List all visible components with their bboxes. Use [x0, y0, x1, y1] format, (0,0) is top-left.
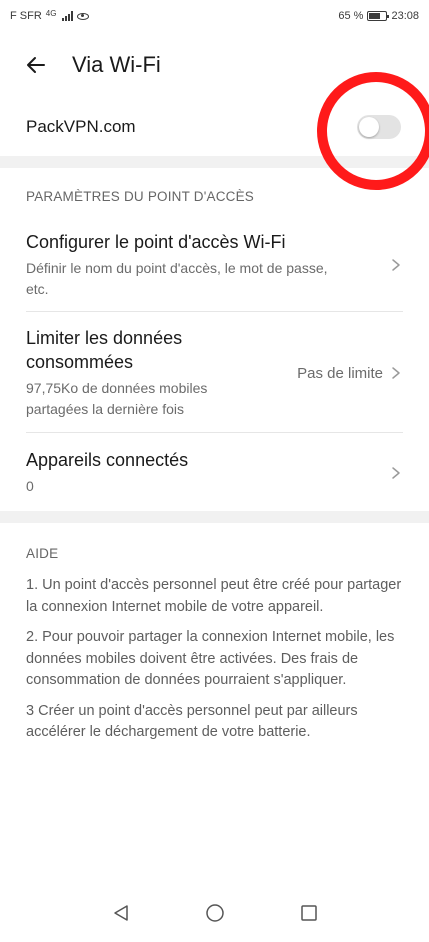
connected-devices-title: Appareils connectés — [26, 450, 189, 470]
vpn-row: PackVPN.com — [0, 72, 429, 190]
section-separator — [0, 511, 429, 523]
system-nav-bar — [0, 884, 429, 942]
back-arrow-icon[interactable] — [24, 43, 68, 87]
limit-data-value-wrap: Pas de limite — [297, 365, 403, 382]
signal-icon — [62, 11, 74, 21]
toggle-knob — [359, 117, 379, 137]
battery-icon — [367, 11, 390, 21]
limit-data-item[interactable]: Limiter les données consommées 97,75Ko d… — [0, 312, 429, 432]
status-bar: F SFR 4G 65 % 23:08 — [0, 0, 429, 32]
battery-percent: 65 % — [338, 10, 364, 22]
chevron-right-icon — [392, 367, 400, 379]
page-title: Via Wi-Fi — [72, 52, 161, 77]
limit-data-title: Limiter les données consommées — [26, 328, 183, 372]
vpn-toggle[interactable] — [357, 115, 401, 139]
connected-devices-item[interactable]: Appareils connectés 0 — [0, 433, 429, 509]
eye-icon — [77, 12, 90, 20]
limit-data-subtitle: 97,75Ko de données mobiles partagées la … — [26, 380, 208, 417]
home-circle-icon[interactable] — [204, 902, 226, 924]
connected-devices-count: 0 — [26, 478, 34, 494]
configure-hotspot-subtitle: Définir le nom du point d'accès, le mot … — [26, 260, 328, 297]
help-paragraph-2: 2. Pour pouvoir partager la connexion In… — [26, 629, 395, 688]
vpn-label: PackVPN.com — [26, 117, 136, 136]
carrier-label: F SFR — [10, 10, 42, 22]
help-paragraph-1: 1. Un point d'accès personnel peut être … — [26, 577, 402, 615]
configure-hotspot-title: Configurer le point d'accès Wi-Fi — [26, 232, 286, 252]
help-text: 1. Un point d'accès personnel peut être … — [0, 575, 429, 744]
vpn-toggle-wrapper — [317, 72, 429, 190]
status-left: F SFR 4G — [10, 8, 90, 22]
chevron-right-icon — [392, 259, 400, 271]
network-type: 4G — [45, 8, 57, 18]
limit-data-value: Pas de limite — [297, 364, 383, 382]
chevron-right-icon — [392, 466, 400, 479]
help-paragraph-3: 3 Créer un point d'accès personnel peut … — [26, 702, 358, 741]
configure-hotspot-item[interactable]: Configurer le point d'accès Wi-Fi Défini… — [0, 218, 429, 311]
status-right: 65 % 23:08 — [338, 10, 419, 22]
recents-square-icon[interactable] — [298, 902, 320, 924]
back-triangle-icon[interactable] — [110, 902, 132, 924]
clock: 23:08 — [391, 10, 419, 22]
help-section-header: AIDE — [26, 545, 59, 561]
